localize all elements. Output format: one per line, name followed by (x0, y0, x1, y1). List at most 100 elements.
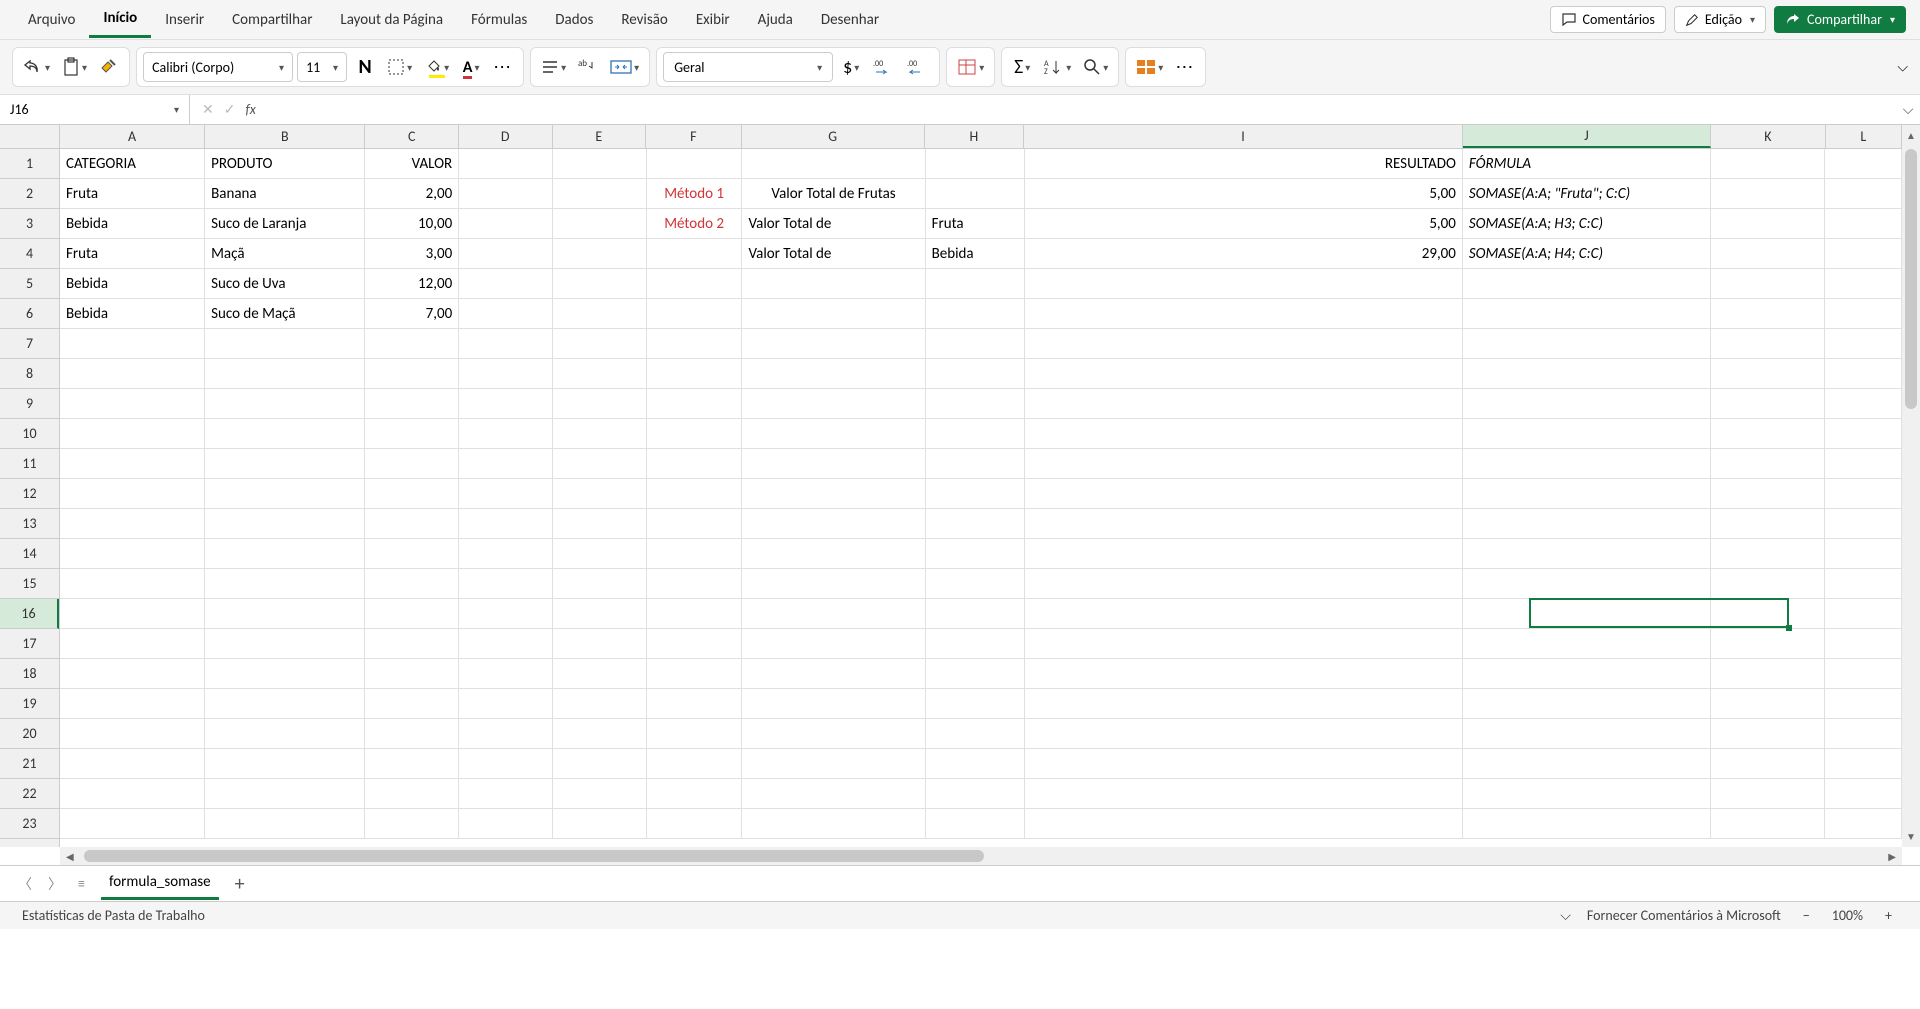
cell-L16[interactable] (1825, 599, 1902, 629)
cell-I2[interactable]: 5,00 (1025, 179, 1463, 209)
cell-C5[interactable]: 12,00 (365, 269, 459, 299)
cell-K14[interactable] (1711, 539, 1826, 569)
cell-H5[interactable] (926, 269, 1025, 299)
cell-D4[interactable] (459, 239, 553, 269)
status-menu-icon[interactable]: ⌵ (1560, 907, 1571, 924)
cell-C20[interactable] (365, 719, 459, 749)
cell-C3[interactable]: 10,00 (365, 209, 459, 239)
zoom-in-button[interactable]: + (1879, 905, 1898, 926)
cell-D17[interactable] (459, 629, 553, 659)
more-editing-button[interactable]: ⋯ (1171, 52, 1199, 82)
row-header-7[interactable]: 7 (0, 329, 59, 359)
cell-E2[interactable] (553, 179, 647, 209)
insert-cells-button[interactable]: ▾ (1132, 52, 1167, 82)
cell-G19[interactable] (742, 689, 925, 719)
cell-A1[interactable]: CATEGORIA (60, 149, 205, 179)
cell-F21[interactable] (647, 749, 743, 779)
cell-C23[interactable] (365, 809, 459, 839)
currency-button[interactable]: $ ▾ (837, 52, 865, 82)
cell-B9[interactable] (205, 389, 365, 419)
cell-J21[interactable] (1463, 749, 1711, 779)
vertical-scroll-thumb[interactable] (1905, 149, 1917, 409)
cell-D9[interactable] (459, 389, 553, 419)
cell-J3[interactable]: SOMASE(A:A; H3; C:C) (1463, 209, 1711, 239)
cell-C15[interactable] (365, 569, 459, 599)
cell-G3[interactable]: Valor Total de (742, 209, 925, 239)
cell-A5[interactable]: Bebida (60, 269, 205, 299)
name-box[interactable]: J16 ▾ (0, 95, 190, 124)
col-header-H[interactable]: H (925, 125, 1024, 148)
horizontal-scrollbar[interactable]: ◀ ▶ (60, 847, 1902, 865)
share-button[interactable]: Compartilhar ▾ (1774, 6, 1906, 33)
cell-H14[interactable] (926, 539, 1025, 569)
fill-color-button[interactable]: ▾ (420, 52, 453, 82)
cell-L11[interactable] (1825, 449, 1902, 479)
cell-C17[interactable] (365, 629, 459, 659)
cell-G17[interactable] (742, 629, 925, 659)
cell-I14[interactable] (1025, 539, 1463, 569)
cell-J14[interactable] (1463, 539, 1711, 569)
cell-C21[interactable] (365, 749, 459, 779)
cell-G16[interactable] (742, 599, 925, 629)
cell-B1[interactable]: PRODUTO (205, 149, 365, 179)
row-header-9[interactable]: 9 (0, 389, 59, 419)
cell-G6[interactable] (742, 299, 925, 329)
cell-E15[interactable] (553, 569, 647, 599)
cell-L3[interactable] (1825, 209, 1902, 239)
cell-E16[interactable] (553, 599, 647, 629)
cell-H4[interactable]: Bebida (926, 239, 1025, 269)
cell-D13[interactable] (459, 509, 553, 539)
row-header-17[interactable]: 17 (0, 629, 59, 659)
cell-D23[interactable] (459, 809, 553, 839)
cell-L7[interactable] (1825, 329, 1902, 359)
cell-G7[interactable] (742, 329, 925, 359)
zoom-level[interactable]: 100% (1832, 907, 1863, 924)
col-header-L[interactable]: L (1826, 125, 1902, 148)
row-header-6[interactable]: 6 (0, 299, 59, 329)
cell-K23[interactable] (1711, 809, 1826, 839)
cell-I7[interactable] (1025, 329, 1463, 359)
all-sheets-button[interactable]: ≡ (78, 875, 85, 892)
tab-exibir[interactable]: Exibir (682, 3, 744, 37)
cell-A7[interactable] (60, 329, 205, 359)
cell-H1[interactable] (926, 149, 1025, 179)
cell-D18[interactable] (459, 659, 553, 689)
cell-K17[interactable] (1711, 629, 1826, 659)
cell-F3[interactable]: Método 2 (647, 209, 743, 239)
cell-F9[interactable] (647, 389, 743, 419)
cell-G12[interactable] (742, 479, 925, 509)
row-header-23[interactable]: 23 (0, 809, 59, 839)
cell-J22[interactable] (1463, 779, 1711, 809)
cell-A22[interactable] (60, 779, 205, 809)
tab-dados[interactable]: Dados (541, 3, 607, 37)
tab-inicio[interactable]: Início (89, 1, 151, 38)
select-all-corner[interactable] (0, 125, 60, 149)
cell-H21[interactable] (926, 749, 1025, 779)
row-header-2[interactable]: 2 (0, 179, 59, 209)
cell-E7[interactable] (553, 329, 647, 359)
cell-G18[interactable] (742, 659, 925, 689)
format-painter-button[interactable] (95, 52, 123, 82)
cell-J10[interactable] (1463, 419, 1711, 449)
cell-H9[interactable] (926, 389, 1025, 419)
cell-K15[interactable] (1711, 569, 1826, 599)
cell-I22[interactable] (1025, 779, 1463, 809)
cell-A2[interactable]: Fruta (60, 179, 205, 209)
cell-G15[interactable] (742, 569, 925, 599)
cell-K5[interactable] (1711, 269, 1826, 299)
cell-E19[interactable] (553, 689, 647, 719)
number-format-select[interactable]: Geral ▾ (663, 52, 833, 82)
formula-input[interactable] (268, 95, 1896, 124)
cell-G1[interactable] (742, 149, 925, 179)
row-header-22[interactable]: 22 (0, 779, 59, 809)
cell-L23[interactable] (1825, 809, 1902, 839)
cell-A15[interactable] (60, 569, 205, 599)
cell-F12[interactable] (647, 479, 743, 509)
cell-D16[interactable] (459, 599, 553, 629)
cell-K8[interactable] (1711, 359, 1826, 389)
cell-E22[interactable] (553, 779, 647, 809)
merge-button[interactable]: ▾ (606, 52, 643, 82)
cell-J8[interactable] (1463, 359, 1711, 389)
cell-D19[interactable] (459, 689, 553, 719)
font-name-select[interactable]: Calibri (Corpo) ▾ (143, 52, 293, 82)
